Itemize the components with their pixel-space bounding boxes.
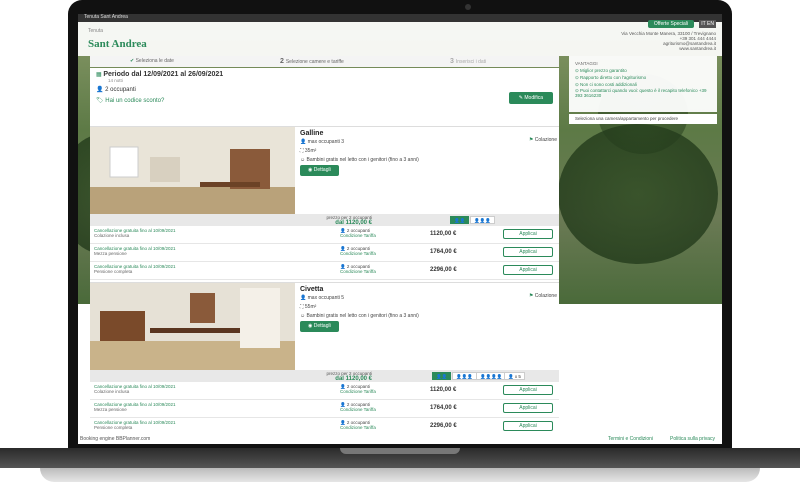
contact-info: Via Vecchia Monte Manera, 33100 / Trevig… [621,31,716,51]
language-selector[interactable]: IT EN [699,20,716,28]
logo-name: Sant Andrea [88,38,147,50]
details-button[interactable]: ◉ Dettagli [300,165,339,176]
price-bar: prezzo per 2 occupanti dal 1120,00 € 👤👤 👤… [90,214,559,226]
rate-price: 1120,00 € [430,231,457,237]
room-info: Galline 👤 max occupanti 3 ⛶ 35m² ☺ Bambi… [300,129,555,176]
special-offers-button[interactable]: Offerte Speciali [647,20,694,28]
laptop-bottom [40,468,760,482]
period-nights: 14 notti [108,78,123,83]
price-bar: prezzo per 2 occupanti dal 1120,00 € 👤👤 👤… [90,370,559,382]
occupancy-option[interactable]: 👤 x 5 [504,372,525,380]
advantages-panel: VANTAGGI ⊙ Miglior prezzo garantito ⊙ Ra… [569,56,717,112]
laptop-frame: Tenuta Sant Andrea Tenuta Sant Andrea Of… [0,0,800,500]
terms-link[interactable]: Termini e Condizioni [608,436,653,442]
rate-row: Cancellazione gratuita fino al 10/09/202… [90,262,559,280]
period-title: Periodo dal 12/09/2021 al 26/09/2021 [103,71,224,78]
user-icon: 👤 [300,139,308,145]
rate-price: 1764,00 € [430,405,457,411]
booking-steps: ✔ Seleziona le date 2 Selezione camere e… [90,56,559,67]
rate-row: Cancellazione gratuita fino al 10/09/202… [90,400,559,418]
edit-button[interactable]: ✎ Modifica [508,92,553,104]
apply-button[interactable]: Applicai [503,229,553,239]
logo-small-text: Tenuta [88,28,104,34]
breakfast-badge: ⚑ Colazione [528,137,557,143]
apply-button[interactable]: Applicai [503,385,553,395]
breakfast-badge: ⚑ Colazione [528,293,557,299]
footer: Booking engine BBPlanner.com Termini e C… [78,432,722,444]
occupancy-option[interactable]: 👤👤👤👤 [476,372,507,380]
room-card: Galline 👤 max occupanti 3 ⛶ 35m² ☺ Bambi… [90,126,559,215]
guests-count: 2 occupanti [105,87,136,93]
privacy-link[interactable]: Politica sulla privacy [670,436,715,442]
room-card: Civetta 👤 max occupanti 5 ⛶ 55m² ☺ Bambi… [90,282,559,371]
rate-conditions-link[interactable]: Condizione Tariffa [340,269,376,274]
user-icon: 👤 [96,87,106,93]
price-from: prezzo per 2 occupanti dal 1120,00 € [326,215,372,226]
contact-website[interactable]: www.santandrea.it [621,46,716,51]
apply-button[interactable]: Applicai [503,265,553,275]
apply-button[interactable]: Applicai [503,247,553,257]
camera [465,4,471,10]
top-title: Tenuta Sant Andrea [84,14,128,20]
occupancy-option[interactable]: 👤👤👤 [452,372,477,380]
room-info: Civetta 👤 max occupanti 5 ⛶ 55m² ☺ Bambi… [300,285,555,332]
step-3: 3 Inserisci i dati [450,58,487,65]
step-1[interactable]: ✔ Seleziona le date [130,58,174,64]
promo-link[interactable]: Hai un codice sconto? [105,98,164,104]
top-strip: Tenuta Sant Andrea [78,14,722,22]
user-icon: 👤 [300,295,308,301]
browser-screen: Tenuta Sant Andrea Tenuta Sant Andrea Of… [78,14,722,444]
period-summary: ▦ Periodo dal 12/09/2021 al 26/09/2021 1… [90,68,559,107]
footer-credit[interactable]: Booking engine BBPlanner.com [80,436,150,442]
occupancy-option[interactable]: 👤👤 [450,216,470,224]
apply-button[interactable]: Applicai [503,421,553,431]
rate-conditions-link[interactable]: Condizione Tariffa [340,233,376,238]
rate-conditions-link[interactable]: Condizione Tariffa [340,425,376,430]
rate-row: Cancellazione gratuita fino al 10/09/202… [90,244,559,262]
rate-price: 1764,00 € [430,249,457,255]
logo[interactable]: Tenuta Sant Andrea [88,28,148,50]
details-button[interactable]: ◉ Dettagli [300,321,339,332]
rate-price: 2296,00 € [430,267,457,273]
price-from: prezzo per 2 occupanti dal 1120,00 € [326,371,372,382]
room-name: Civetta [300,286,324,293]
tag-icon: 🏷 [96,98,106,104]
room-photo[interactable] [90,283,295,371]
rate-conditions-link[interactable]: Condizione Tariffa [340,389,376,394]
step-2: 2 Selezione camere e tariffe [280,58,344,65]
rate-conditions-link[interactable]: Condizione Tariffa [340,251,376,256]
room-name: Galline [300,130,324,137]
rate-row: Cancellazione gratuita fino al 10/09/202… [90,382,559,400]
advantages-title: VANTAGGI [575,61,598,66]
room-photo[interactable] [90,127,295,215]
occupancy-option[interactable]: 👤👤 [432,372,452,380]
rate-price: 1120,00 € [430,387,457,393]
occupancy-option[interactable]: 👤👤👤 [470,216,495,224]
rate-row: Cancellazione gratuita fino al 10/09/202… [90,226,559,244]
rate-conditions-link[interactable]: Condizione Tariffa [340,407,376,412]
rate-price: 2296,00 € [430,423,457,429]
booking-main: ▦ Periodo dal 12/09/2021 al 26/09/2021 1… [90,68,559,438]
laptop-notch [340,448,460,454]
apply-button[interactable]: Applicai [503,403,553,413]
selection-hint: Seleziona una camera/appartamento per pr… [569,114,717,124]
